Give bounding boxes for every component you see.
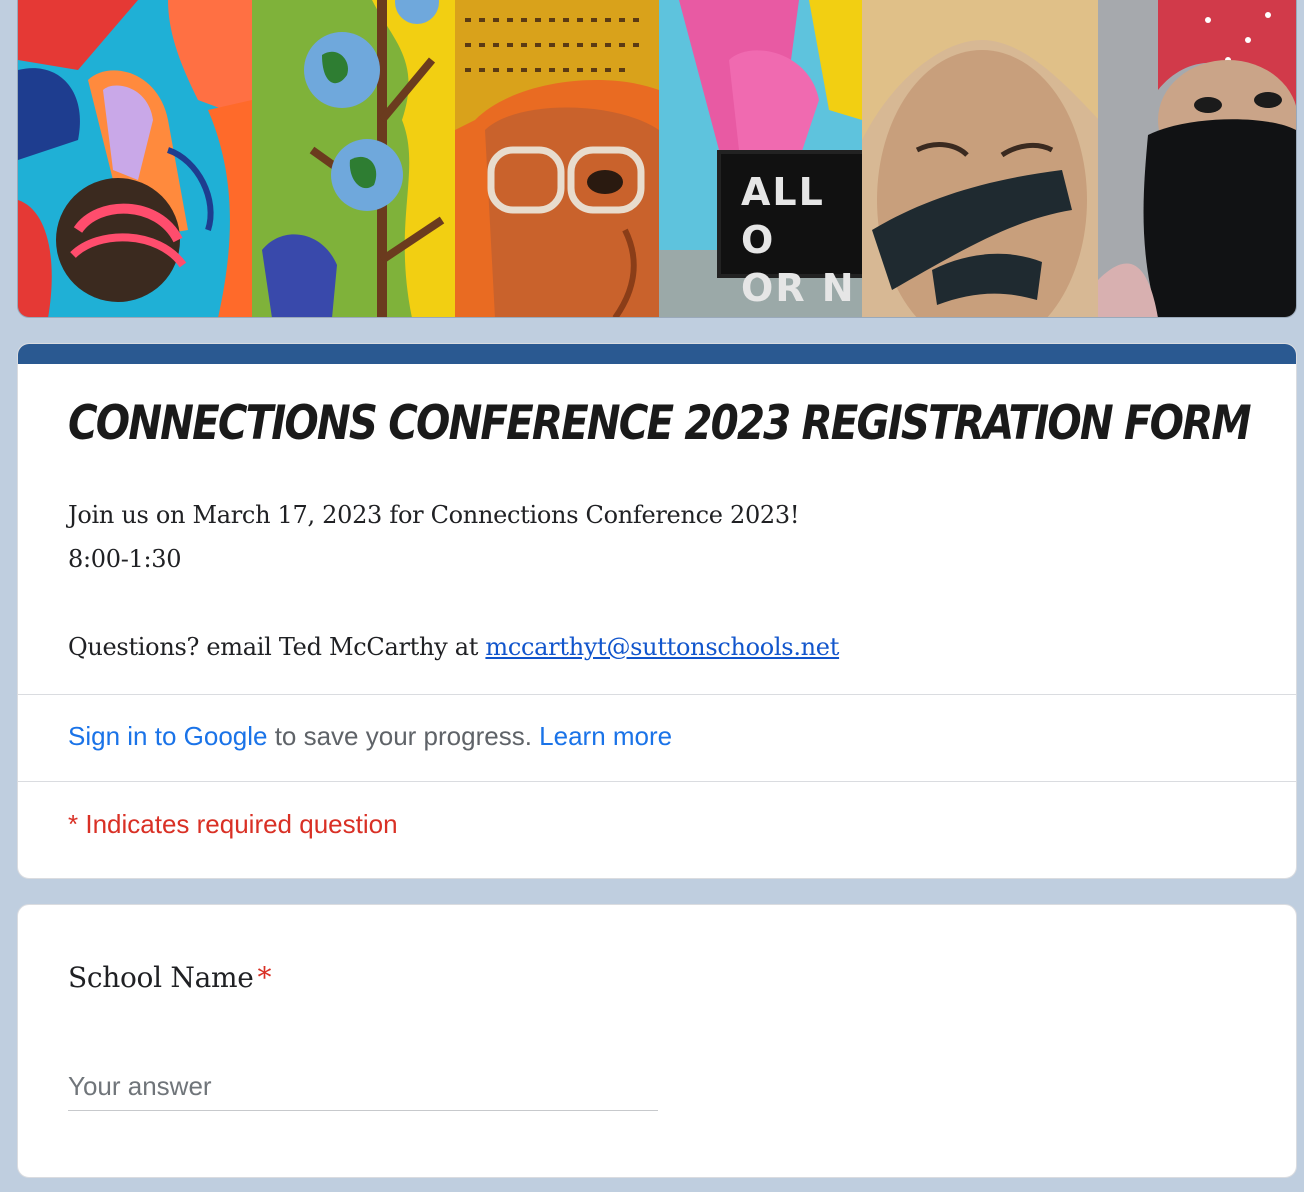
banner-panel-globes bbox=[251, 0, 456, 317]
divider bbox=[18, 781, 1296, 782]
sign-in-link[interactable]: Sign in to Google bbox=[68, 721, 267, 751]
school-name-input[interactable] bbox=[68, 1063, 658, 1111]
protest-sign-text: ALL O OR N bbox=[717, 150, 862, 310]
signin-notice-text: to save your progress. bbox=[267, 721, 540, 751]
question-label: School Name * bbox=[68, 961, 271, 994]
required-question-note: * Indicates required question bbox=[68, 809, 398, 839]
sign-line-2: OR N bbox=[741, 266, 856, 310]
contact-prefix: Questions? email Ted McCarthy at bbox=[68, 633, 486, 661]
banner-panel-painted-face bbox=[861, 0, 1099, 317]
form-title: CONNECTIONS CONFERENCE 2023 REGISTRATION… bbox=[68, 396, 1252, 451]
question-title: School Name bbox=[68, 961, 254, 994]
banner-panel-protest-sign: ALL O OR N bbox=[659, 0, 862, 317]
form-description-line-2: 8:00-1:30 bbox=[68, 545, 182, 573]
required-asterisk: * bbox=[257, 961, 272, 994]
contact-email-link[interactable]: mccarthyt@suttonschools.net bbox=[485, 633, 839, 661]
question-card-school-name: School Name * bbox=[17, 904, 1297, 1178]
learn-more-link[interactable]: Learn more bbox=[539, 721, 672, 751]
divider bbox=[18, 694, 1296, 695]
banner-panel-masked-portrait bbox=[1098, 0, 1296, 317]
header-banner-image: ALL O OR N bbox=[17, 0, 1297, 318]
sign-line-1: ALL O bbox=[741, 170, 825, 262]
form-description-line-1: Join us on March 17, 2023 for Connection… bbox=[68, 501, 800, 529]
form-contact-line: Questions? email Ted McCarthy at mccarth… bbox=[68, 633, 839, 661]
banner-panel-portrait-glasses bbox=[455, 0, 660, 317]
signin-notice: Sign in to Google to save your progress.… bbox=[68, 721, 672, 752]
form-header-card: CONNECTIONS CONFERENCE 2023 REGISTRATION… bbox=[17, 343, 1297, 879]
form-accent-bar bbox=[18, 344, 1296, 364]
banner-panel-mural bbox=[18, 0, 252, 317]
